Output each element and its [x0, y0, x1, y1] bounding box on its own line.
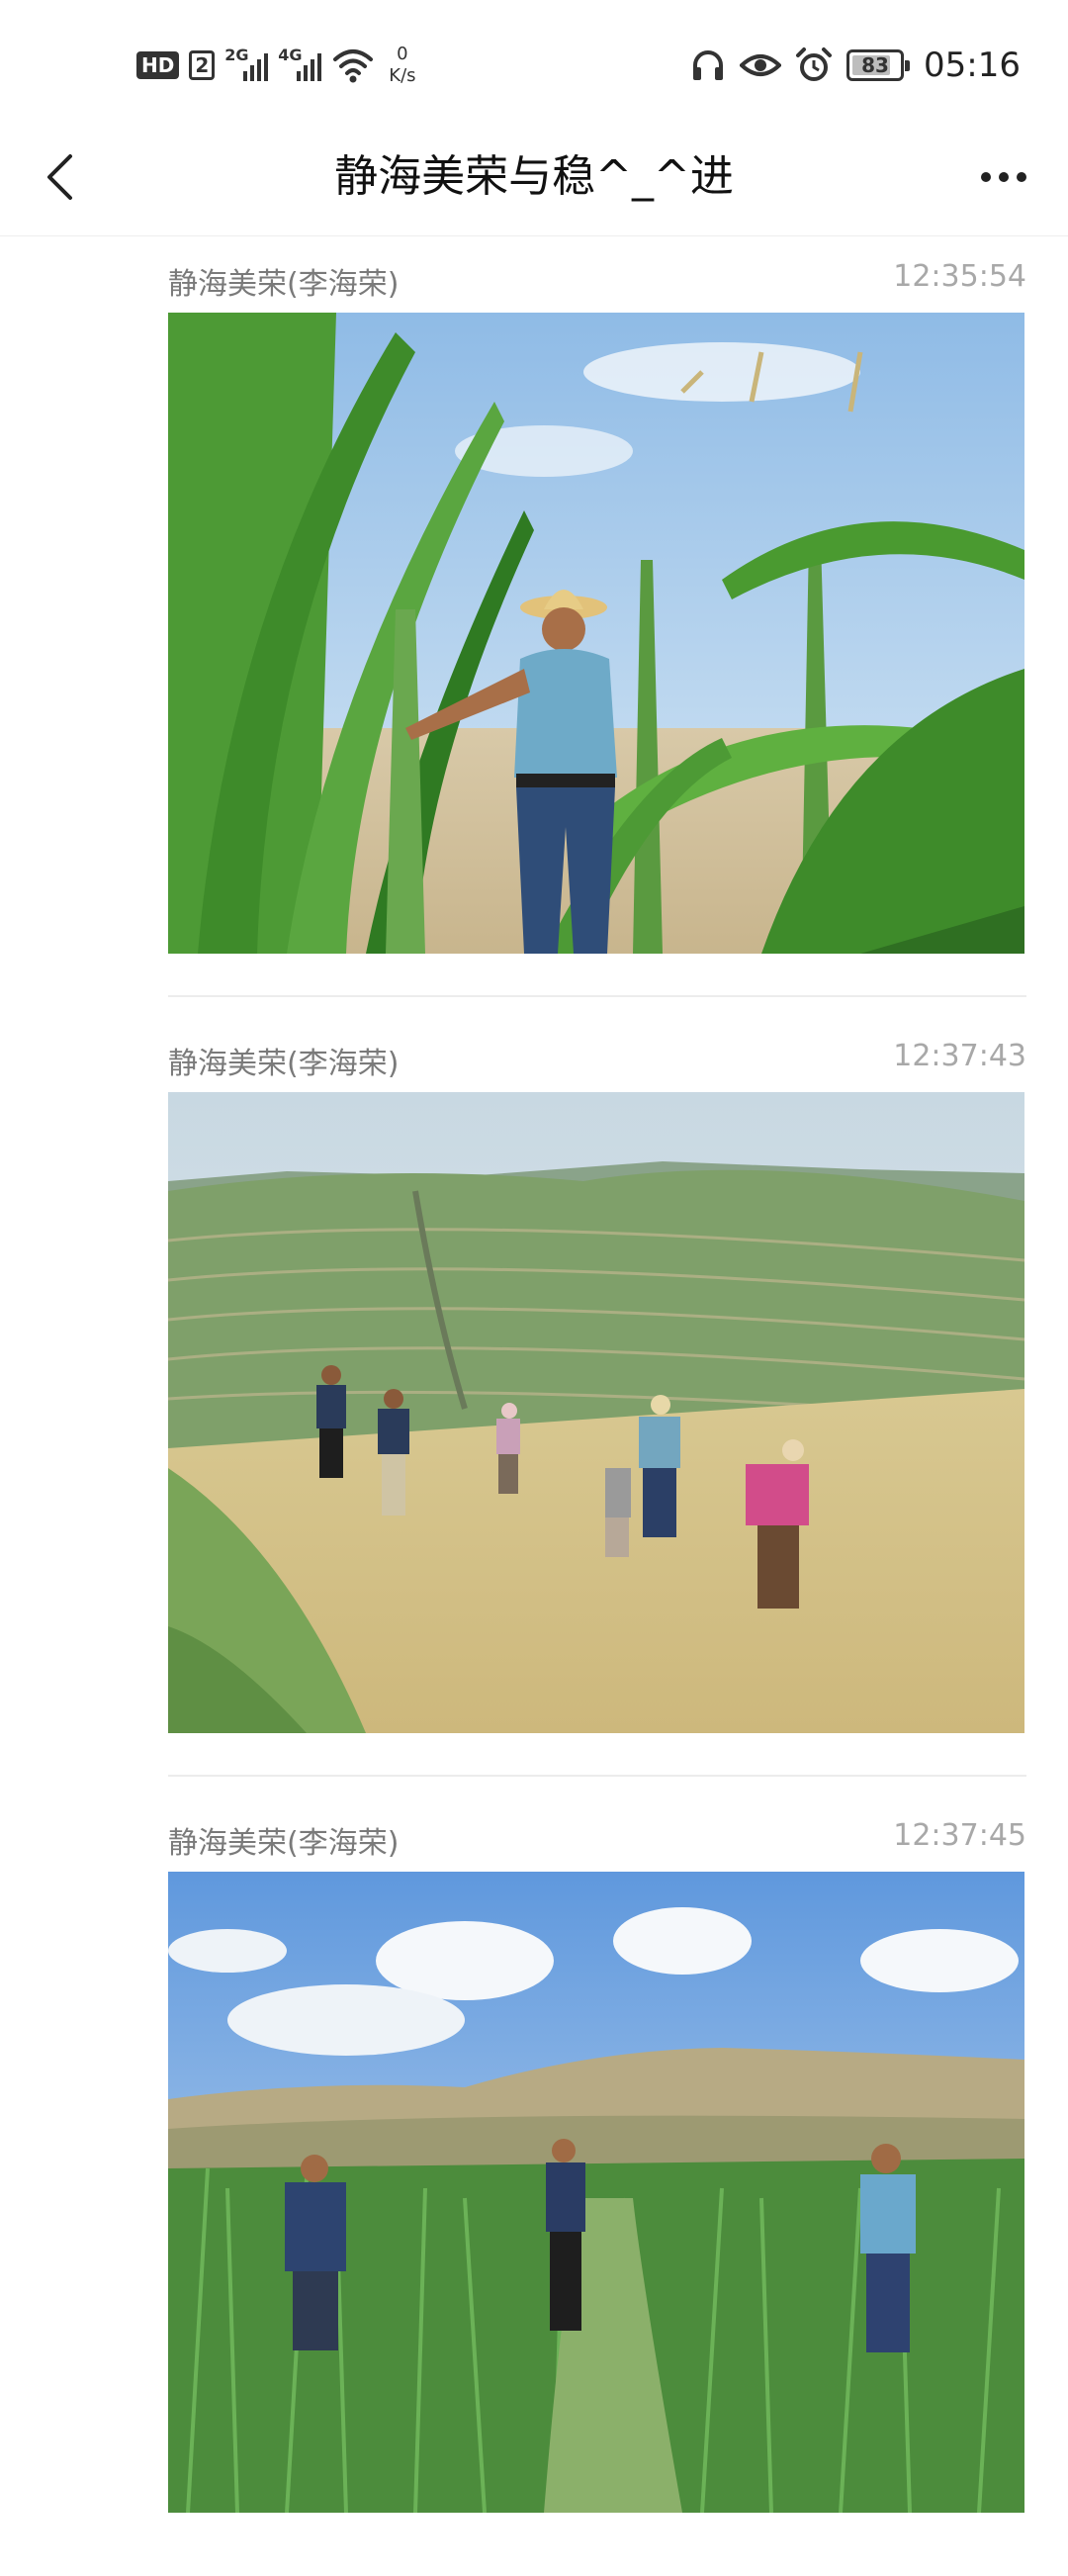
chevron-left-icon: [47, 154, 72, 200]
item-divider: [168, 1775, 1026, 1777]
more-dots-icon: [981, 172, 991, 182]
battery-level: 83: [861, 53, 889, 77]
terraced-hills-photo-image: [168, 1092, 1024, 1733]
status-right: 83 05:16: [690, 36, 1021, 95]
chat-header: 静海美荣与稳^_^进: [0, 119, 1068, 236]
net-speed: 0 K/s: [389, 44, 415, 87]
more-button[interactable]: [969, 142, 1038, 212]
wifi-icon: [333, 49, 374, 83]
feed-item: 静海美荣(李海荣) 12:37:43: [0, 1017, 1068, 1796]
sim-slot-badge: 2: [189, 50, 216, 80]
page-title: 静海美荣与稳^_^进: [334, 151, 734, 202]
cornfield-hills-photo-image: [168, 1872, 1024, 2513]
feed-item: 静海美荣(李海荣) 12:35:54: [0, 237, 1068, 1017]
message-photo[interactable]: [168, 1092, 1024, 1733]
hd-badge: HD: [136, 51, 180, 79]
message-time: 12:35:54: [893, 259, 1026, 294]
net-speed-value: 0: [397, 44, 408, 64]
status-bar: HD 2 2G 4G 0 K/s 83 05:16: [0, 0, 1068, 119]
message-photo[interactable]: [168, 313, 1024, 954]
cornfield-photo-image: [168, 313, 1024, 954]
message-author[interactable]: 静海美荣(李海荣): [168, 1818, 399, 1862]
item-divider: [168, 995, 1026, 997]
eye-icon: [740, 54, 782, 76]
net-speed-unit: K/s: [389, 65, 416, 86]
signal-2g-icon: 2G: [224, 46, 269, 85]
signal-4g-icon: 4G: [278, 46, 322, 85]
message-photo[interactable]: [168, 1872, 1024, 2513]
headphones-icon: [693, 50, 724, 80]
battery-icon: 83: [846, 49, 911, 81]
feed-item: 静海美荣(李海荣) 12:37:45: [0, 1796, 1068, 2576]
status-clock: 05:16: [924, 46, 1021, 85]
status-left: HD 2 2G 4G 0 K/s: [136, 36, 416, 95]
message-author[interactable]: 静海美荣(李海荣): [168, 1039, 399, 1082]
back-button[interactable]: [30, 142, 89, 212]
message-author[interactable]: 静海美荣(李海荣): [168, 259, 399, 303]
message-feed: 静海美荣(李海荣) 12:35:54 静海美荣(李海荣) 12:37:43 静海…: [0, 237, 1068, 2576]
message-time: 12:37:45: [893, 1818, 1026, 1853]
message-time: 12:37:43: [893, 1039, 1026, 1073]
alarm-icon: [796, 47, 833, 81]
